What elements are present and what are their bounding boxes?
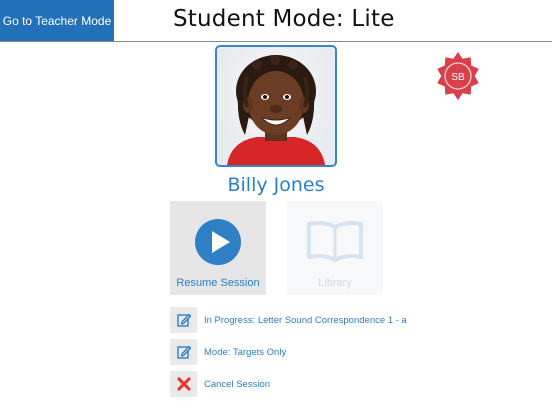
close-icon <box>176 377 191 391</box>
seal-badge-icon: SB <box>437 52 479 100</box>
session-progress-label[interactable]: In Progress: Letter Sound Correspondence… <box>204 315 407 326</box>
student-avatar-image <box>227 55 325 165</box>
edit-icon <box>176 345 191 359</box>
resume-session-button[interactable]: Resume Session <box>170 201 266 295</box>
session-progress-row[interactable]: In Progress: Letter Sound Correspondence… <box>170 307 407 333</box>
library-label: Library <box>318 277 352 289</box>
session-mode-row[interactable]: Mode: Targets Only <box>170 339 286 365</box>
edit-mode-button[interactable] <box>170 339 197 365</box>
top-bar: Go to Teacher Mode Student Mode: Lite <box>0 0 552 42</box>
cancel-session-button[interactable] <box>170 371 197 397</box>
page-title: Student Mode: Lite <box>173 6 395 32</box>
cancel-session-label[interactable]: Cancel Session <box>204 379 270 390</box>
edit-progress-button[interactable] <box>170 307 197 333</box>
profile-badge[interactable]: SB <box>433 51 483 101</box>
student-photo <box>215 45 337 167</box>
library-button[interactable]: Library <box>287 201 383 295</box>
go-to-teacher-mode-button[interactable]: Go to Teacher Mode <box>0 0 114 41</box>
session-mode-label[interactable]: Mode: Targets Only <box>204 347 286 358</box>
play-icon <box>195 219 241 265</box>
cancel-session-row[interactable]: Cancel Session <box>170 371 270 397</box>
book-icon <box>307 221 363 262</box>
student-name: Billy Jones <box>227 174 325 196</box>
badge-initials: SB <box>451 72 465 83</box>
edit-icon <box>176 313 191 327</box>
resume-session-label: Resume Session <box>176 277 260 289</box>
